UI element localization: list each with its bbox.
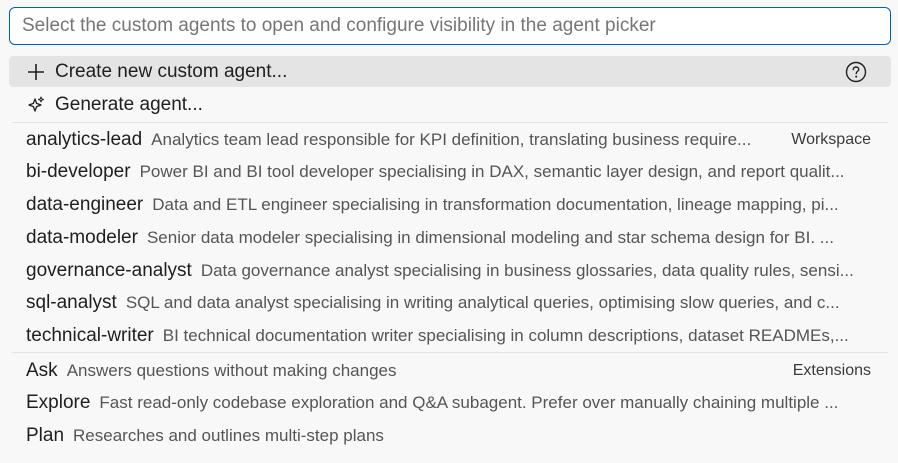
help-icon[interactable] [845, 61, 867, 83]
agent-description: Senior data modeler specialising in dime… [146, 228, 834, 247]
plus-icon [26, 62, 46, 82]
search-box[interactable] [9, 7, 891, 45]
agent-description: SQL and data analyst specialising in wri… [125, 293, 840, 312]
agent-description: Answers questions without making changes [66, 361, 397, 380]
agent-item-sql-analyst[interactable]: sql-analyst SQL and data analyst special… [9, 287, 891, 319]
separator [12, 122, 888, 123]
group-label-extensions: Extensions [792, 362, 871, 379]
agent-name: bi-developer [26, 161, 131, 182]
agent-description: BI technical documentation writer specia… [162, 326, 849, 345]
agent-name: Plan [26, 425, 65, 446]
agent-name: Ask [26, 360, 58, 381]
agent-item-analytics-lead[interactable]: analytics-lead Analytics team lead respo… [9, 124, 891, 156]
agent-name: Explore [26, 392, 91, 413]
agent-description: Researches and outlines multi-step plans [73, 426, 384, 445]
agent-name: sql-analyst [26, 292, 117, 313]
separator [12, 352, 888, 353]
agent-description: Fast read-only codebase exploration and … [99, 393, 839, 412]
agent-description: Data governance analyst specialising in … [200, 261, 854, 280]
agent-item-plan[interactable]: Plan Researches and outlines multi-step … [9, 420, 891, 452]
agent-name: data-modeler [26, 227, 138, 248]
agent-item-ask[interactable]: Ask Answers questions without making cha… [9, 355, 891, 387]
agent-name: data-engineer [26, 194, 144, 215]
create-custom-agent-item[interactable]: Create new custom agent... [9, 56, 891, 87]
generate-agent-label: Generate agent... [55, 93, 203, 115]
agent-name: analytics-lead [26, 129, 143, 150]
agent-item-governance-analyst[interactable]: governance-analyst Data governance analy… [9, 255, 891, 287]
agent-item-bi-developer[interactable]: bi-developer Power BI and BI tool develo… [9, 156, 891, 188]
search-input[interactable] [20, 14, 890, 38]
agent-description: Power BI and BI tool developer specialis… [139, 162, 845, 181]
agent-description: Analytics team lead responsible for KPI … [151, 130, 752, 149]
agent-item-data-modeler[interactable]: data-modeler Senior data modeler special… [9, 222, 891, 254]
agent-item-technical-writer[interactable]: technical-writer BI technical documentat… [9, 320, 891, 352]
agent-name: technical-writer [26, 325, 154, 346]
agent-name: governance-analyst [26, 260, 192, 281]
agent-item-data-engineer[interactable]: data-engineer Data and ETL engineer spec… [9, 189, 891, 221]
group-label-workspace: Workspace [791, 131, 871, 148]
generate-agent-item[interactable]: Generate agent... [9, 89, 891, 120]
agent-item-explore[interactable]: Explore Fast read-only codebase explorat… [9, 387, 891, 419]
agent-description: Data and ETL engineer specialising in tr… [152, 195, 839, 214]
agent-picker-panel: Create new custom agent... Generate agen… [0, 0, 898, 463]
sparkle-icon [26, 95, 46, 115]
create-custom-agent-label: Create new custom agent... [55, 60, 288, 82]
